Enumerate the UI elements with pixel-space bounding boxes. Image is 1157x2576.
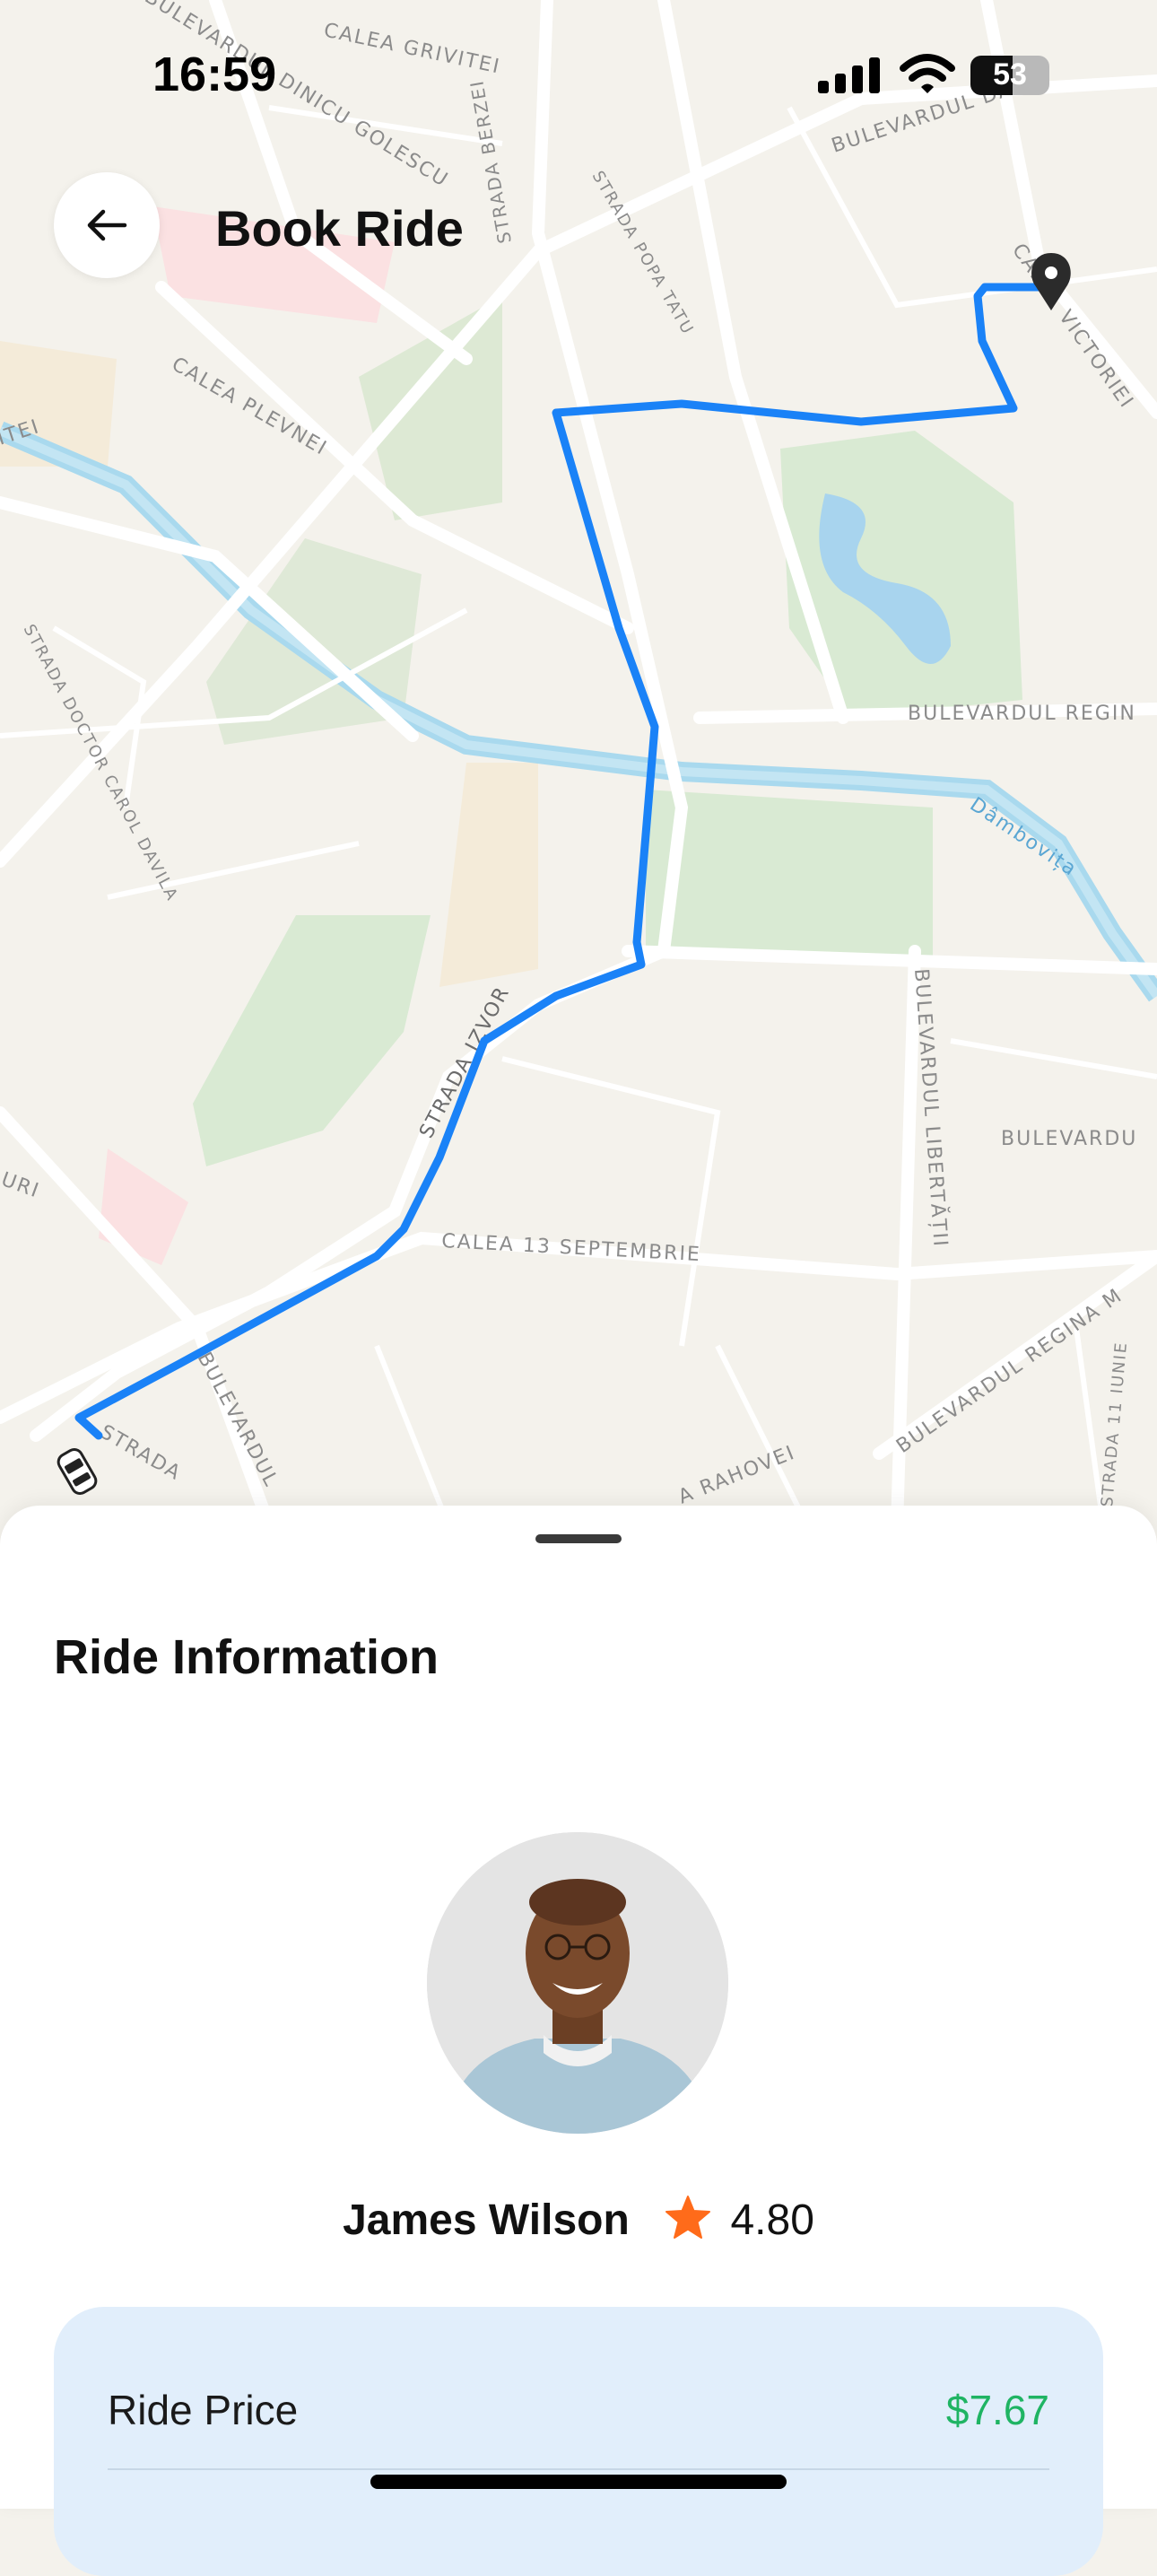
driver-name: James Wilson: [343, 2196, 630, 2244]
map-label: BULEVARDU: [1001, 1128, 1137, 1150]
map-label: BULEVARDUL REGIN: [908, 703, 1136, 725]
sheet-drag-handle[interactable]: [535, 1534, 622, 1543]
page-title: Book Ride: [215, 200, 464, 257]
status-time: 16:59: [152, 48, 277, 101]
back-button[interactable]: [54, 172, 160, 278]
ride-price-card: Ride Price $7.67: [54, 2307, 1103, 2576]
status-bar: 16:59 53: [0, 0, 1157, 153]
wifi-icon: [900, 54, 955, 93]
map-canvas: CALEA GRIVITEI BULEVARDUL DINICU GOLESCU…: [0, 0, 1157, 1525]
section-title: Ride Information: [54, 1630, 439, 1684]
battery-level: 53: [993, 57, 1027, 92]
battery-icon: 53: [970, 56, 1049, 95]
divider: [108, 2468, 1049, 2470]
ride-price-label: Ride Price: [108, 2387, 299, 2433]
ride-info-sheet: Ride Information James Wilson 4.80 Ride …: [0, 1506, 1157, 2576]
driver-info: James Wilson 4.80: [0, 2195, 1157, 2245]
route-map[interactable]: CALEA GRIVITEI BULEVARDUL DINICU GOLESCU…: [0, 0, 1157, 1525]
driver-rating: 4.80: [730, 2196, 814, 2244]
star-icon: [665, 2196, 711, 2239]
arrow-left-icon: [87, 209, 127, 241]
ride-price-value: $7.67: [945, 2387, 1049, 2433]
cellular-signal-icon: [818, 57, 880, 93]
driver-avatar: [427, 1832, 728, 2134]
home-indicator[interactable]: [370, 2475, 787, 2489]
